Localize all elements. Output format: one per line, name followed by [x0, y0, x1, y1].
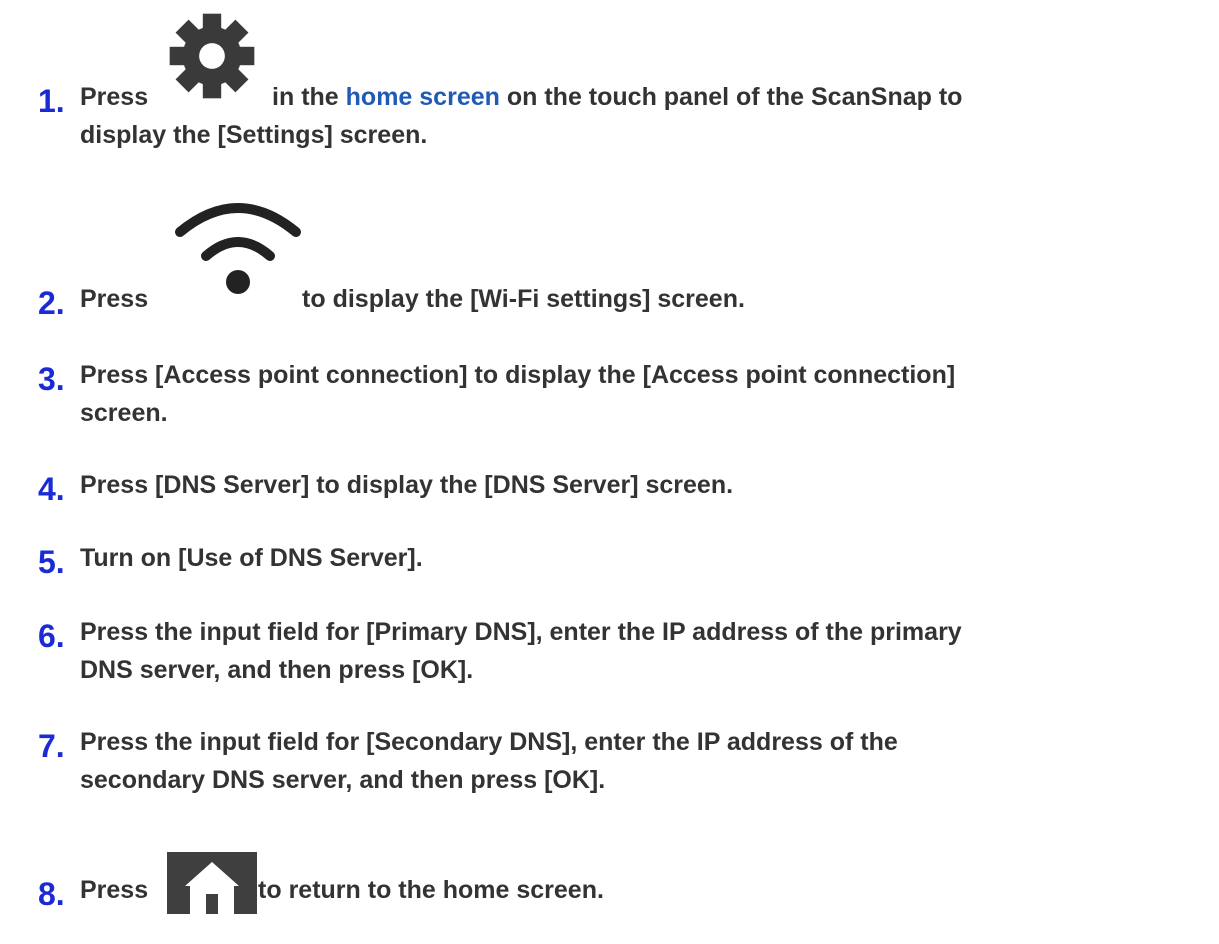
- step-text-line2: screen.: [80, 399, 168, 427]
- step-number: 2.: [38, 285, 65, 321]
- step-text: Press the input field for [Primary DNS],…: [80, 618, 962, 646]
- step-text-line2: DNS server, and then press [OK].: [80, 656, 474, 684]
- step-text-line2: display the [Settings] screen.: [80, 121, 428, 149]
- step-number: 4.: [38, 471, 65, 507]
- step-number: 5.: [38, 544, 65, 580]
- instruction-steps: 1. Press in the home screen on the touch…: [0, 0, 1219, 944]
- step-number: 6.: [38, 618, 65, 654]
- wifi-icon: [175, 203, 301, 294]
- step-text-segment: to return to the home screen.: [258, 876, 604, 904]
- step-text: Press [Access point connection] to displ…: [80, 361, 956, 389]
- step-text-segment: Press: [80, 83, 149, 111]
- step-number: 1.: [38, 83, 65, 119]
- step-text-segment: in the: [272, 83, 339, 111]
- gear-icon: [169, 13, 255, 99]
- step-number: 7.: [38, 728, 65, 764]
- step-text: Press [DNS Server] to display the [DNS S…: [80, 471, 734, 499]
- home-icon: [167, 852, 257, 914]
- step-number: 3.: [38, 361, 65, 397]
- step-text-segment: on the touch panel of the ScanSnap to: [506, 83, 963, 111]
- step-text-segment: Press: [80, 285, 149, 313]
- step-number: 8.: [38, 876, 65, 912]
- step-text: Press the input field for [Secondary DNS…: [80, 728, 898, 756]
- step-text-segment: to display the [Wi-Fi settings] screen.: [302, 285, 745, 313]
- home-screen-link[interactable]: home screen: [346, 83, 500, 111]
- step-text-line2: secondary DNS server, and then press [OK…: [80, 766, 606, 794]
- step-text: Turn on [Use of DNS Server].: [80, 544, 423, 572]
- step-text-segment: Press: [80, 876, 149, 904]
